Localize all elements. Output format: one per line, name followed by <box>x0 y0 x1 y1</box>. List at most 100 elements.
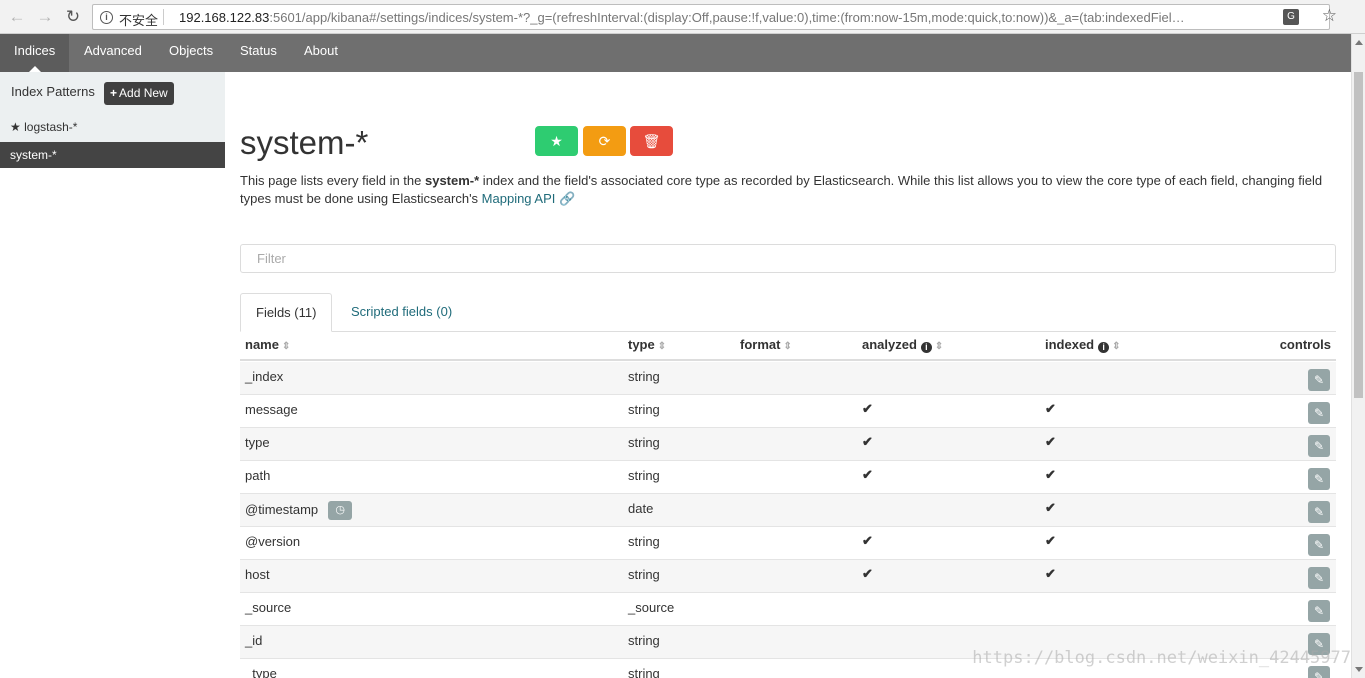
edit-field-button[interactable]: ✎ <box>1308 534 1330 556</box>
pencil-icon: ✎ <box>1313 670 1325 678</box>
table-row: _index string ✎ <box>240 362 1336 395</box>
pencil-icon: ✎ <box>1313 505 1325 519</box>
scroll-up-icon[interactable] <box>1355 40 1363 45</box>
table-row: @timestamp ◷ date ✔ ✎ <box>240 494 1336 527</box>
address-divider <box>163 9 164 25</box>
delete-pattern-button[interactable]: 🗑 <box>630 126 673 156</box>
tab-fields[interactable]: Fields (11) <box>240 293 333 332</box>
field-name: @version <box>245 534 300 549</box>
nav-tab-objects[interactable]: Objects <box>155 34 227 72</box>
indexed-check-icon: ✔ <box>1045 434 1056 449</box>
star-icon: ★ <box>550 133 563 149</box>
info-icon[interactable]: i <box>100 11 113 24</box>
edit-field-button[interactable]: ✎ <box>1308 501 1330 523</box>
col-label: format <box>740 337 781 352</box>
trash-icon: 🗑 <box>642 133 661 149</box>
scroll-down-icon[interactable] <box>1355 667 1363 672</box>
analyzed-check-icon: ✔ <box>862 533 873 548</box>
refresh-fields-button[interactable]: ⟳ <box>583 126 626 156</box>
reload-icon[interactable]: ↻ <box>62 6 84 28</box>
info-icon[interactable]: i <box>920 342 932 353</box>
col-label: name <box>245 337 279 352</box>
field-type: string <box>628 633 660 648</box>
edit-field-button[interactable]: ✎ <box>1308 369 1330 391</box>
field-type: string <box>628 435 660 450</box>
page-scrollbar[interactable] <box>1351 34 1365 678</box>
sort-icon: ⇕ <box>783 341 792 352</box>
edit-field-button[interactable]: ✎ <box>1308 435 1330 457</box>
field-name-text: _index <box>245 369 284 384</box>
fields-table-header: name ⇕ type ⇕ format ⇕ analyzed i ⇕ indexed i ⇕… <box>240 334 1336 361</box>
filter-input[interactable] <box>240 244 1336 273</box>
col-analyzed[interactable]: analyzed i ⇕ <box>862 337 943 353</box>
pencil-icon: ✎ <box>1313 406 1325 420</box>
translate-icon[interactable]: G <box>1283 9 1299 25</box>
back-arrow-icon[interactable]: ← <box>6 6 28 28</box>
security-label: 不安全 <box>119 13 159 28</box>
forward-arrow-icon[interactable]: → <box>34 6 56 28</box>
edit-field-button[interactable]: ✎ <box>1308 402 1330 424</box>
sidebar-title: Index Patterns <box>11 84 95 99</box>
set-default-button[interactable]: ★ <box>535 126 578 156</box>
mapping-api-link[interactable]: Mapping API 🔗 <box>482 191 576 206</box>
field-name: _type <box>245 666 277 678</box>
nav-tab-advanced[interactable]: Advanced <box>70 34 156 72</box>
edit-field-button[interactable]: ✎ <box>1308 567 1330 589</box>
nav-tab-about[interactable]: About <box>290 34 352 72</box>
field-name: _index <box>245 369 283 384</box>
bookmark-star-icon[interactable]: ☆ <box>1322 6 1337 26</box>
pattern-item-logstash[interactable]: ★ logstash-* <box>0 114 225 140</box>
add-new-label: Add New <box>119 86 168 100</box>
field-type: string <box>628 468 660 483</box>
field-name-text: @timestamp <box>245 501 319 517</box>
field-name: @timestamp ◷ <box>245 501 353 520</box>
field-type: _source <box>628 600 675 615</box>
pencil-icon: ✎ <box>1313 571 1325 585</box>
field-name-text: path <box>245 468 271 483</box>
pencil-icon: ✎ <box>1313 604 1325 618</box>
nav-tab-label: Advanced <box>84 43 142 58</box>
col-type[interactable]: type ⇕ <box>628 337 666 352</box>
field-name-text: type <box>245 435 270 450</box>
default-star-icon: ★ <box>10 120 21 134</box>
indexed-check-icon: ✔ <box>1045 533 1056 548</box>
indexed-check-icon: ✔ <box>1045 566 1056 581</box>
field-name: host <box>245 567 270 582</box>
desc-text: This page lists every field in the <box>240 173 425 188</box>
col-indexed[interactable]: indexed i ⇕ <box>1045 337 1121 353</box>
edit-field-button[interactable]: ✎ <box>1308 600 1330 622</box>
nav-tab-indices[interactable]: Indices <box>0 34 70 72</box>
add-new-button[interactable]: + Add New <box>104 82 174 105</box>
col-format[interactable]: format ⇕ <box>740 337 792 352</box>
col-controls: controls <box>1279 337 1331 352</box>
analyzed-check-icon: ✔ <box>862 467 873 482</box>
field-name: _source <box>245 600 291 615</box>
nav-tab-status[interactable]: Status <box>226 34 291 72</box>
field-name: _id <box>245 633 262 648</box>
edit-field-button[interactable]: ✎ <box>1308 468 1330 490</box>
table-row: path string ✔ ✔ ✎ <box>240 461 1336 494</box>
table-row: host string ✔ ✔ ✎ <box>240 560 1336 593</box>
page-description: This page lists every field in the syste… <box>240 172 1330 208</box>
table-row: @version string ✔ ✔ ✎ <box>240 527 1336 560</box>
link-label: Mapping API <box>481 191 556 206</box>
address-bar[interactable]: i 不安全 192.168.122.83:5601/app/kibana#/se… <box>92 4 1330 30</box>
table-row: _source _source ✎ <box>240 593 1336 626</box>
nav-tab-label: Objects <box>169 43 214 58</box>
table-row: type string ✔ ✔ ✎ <box>240 428 1336 461</box>
pattern-item-system[interactable]: system-* <box>0 142 225 168</box>
desc-index-name: system-* <box>424 173 480 188</box>
pencil-icon: ✎ <box>1313 373 1325 387</box>
url-text[interactable]: 192.168.122.83:5601/app/kibana#/settings… <box>179 10 1279 25</box>
col-name[interactable]: name ⇕ <box>245 337 290 352</box>
col-label: analyzed <box>862 337 917 352</box>
tab-label: Scripted fields (0) <box>351 304 453 319</box>
field-name-text: _id <box>245 633 263 648</box>
info-icon[interactable]: i <box>1098 342 1110 353</box>
sort-icon: ⇕ <box>281 341 291 352</box>
nav-tab-label: Status <box>240 43 277 58</box>
app-nav-bar: Indices Advanced Objects Status About <box>0 34 1351 72</box>
tab-scripted-fields[interactable]: Scripted fields (0) <box>336 293 467 332</box>
scrollbar-thumb[interactable] <box>1354 72 1363 398</box>
pencil-icon: ✎ <box>1313 472 1325 486</box>
